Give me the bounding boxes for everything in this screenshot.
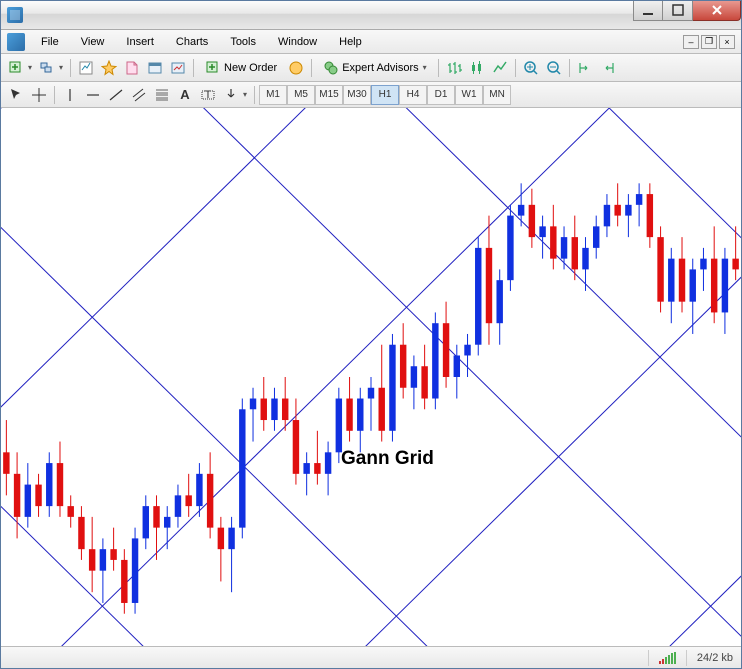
new-order-label: New Order [224,62,277,74]
crosshair-button[interactable] [28,84,50,106]
text-label-button[interactable]: T [197,84,219,106]
menubar: File View Insert Charts Tools Window Hel… [1,30,741,54]
maximize-button[interactable] [663,1,693,21]
connection-icon [659,652,676,664]
close-button[interactable] [693,1,741,21]
terminal-button[interactable] [144,57,166,79]
strategy-tester-button[interactable] [167,57,189,79]
zoom-out-button[interactable] [543,57,565,79]
titlebar[interactable] [1,1,741,30]
menu-help[interactable]: Help [329,33,372,51]
navigator-button[interactable] [98,57,120,79]
chart-shift-button[interactable] [597,57,619,79]
fibonacci-button[interactable] [151,84,173,106]
gann-grid-label: Gann Grid [341,448,434,470]
app-small-icon [7,33,25,51]
arrows-button[interactable] [220,84,250,106]
timeframe-h4[interactable]: H4 [399,85,427,105]
timeframe-m5[interactable]: M5 [287,85,315,105]
app-window: File View Insert Charts Tools Window Hel… [0,0,742,669]
svg-text:T: T [205,89,212,101]
trendline-button[interactable] [105,84,127,106]
app-icon [7,7,23,23]
timeframe-m30[interactable]: M30 [343,85,371,105]
bar-chart-button[interactable] [443,57,465,79]
channel-button[interactable] [128,84,150,106]
timeframe-m15[interactable]: M15 [315,85,343,105]
metaquotes-button[interactable] [285,57,307,79]
horizontal-line-button[interactable] [82,84,104,106]
profiles-button[interactable] [36,57,66,79]
text-button[interactable]: A [174,84,196,106]
statusbar: 24/2 kb [1,646,741,668]
menu-insert[interactable]: Insert [116,33,164,51]
toolbar-main: New Order Expert Advisors [1,54,741,82]
menu-tools[interactable]: Tools [220,33,266,51]
timeframe-m1[interactable]: M1 [259,85,287,105]
status-kb: 24/2 kb [697,652,733,664]
timeframe-w1[interactable]: W1 [455,85,483,105]
timeframe-d1[interactable]: D1 [427,85,455,105]
chart-area[interactable]: Gann Grid [1,108,741,646]
timeframe-mn[interactable]: MN [483,85,511,105]
expert-advisors-label: Expert Advisors [342,62,418,74]
menu-view[interactable]: View [71,33,115,51]
cursor-button[interactable] [5,84,27,106]
line-chart-button[interactable] [489,57,511,79]
menu-file[interactable]: File [31,33,69,51]
chart-canvas [1,108,741,646]
auto-scroll-button[interactable] [574,57,596,79]
timeframe-h1[interactable]: H1 [371,85,399,105]
menu-charts[interactable]: Charts [166,33,218,51]
minimize-button[interactable] [633,1,663,21]
zoom-in-button[interactable] [520,57,542,79]
menu-window[interactable]: Window [268,33,327,51]
toolbar-objects: A T M1M5M15M30H1H4D1W1MN [1,82,741,108]
mdi-close-button[interactable]: × [719,35,735,49]
new-order-button[interactable]: New Order [198,57,284,79]
candle-chart-button[interactable] [466,57,488,79]
market-watch-button[interactable] [75,57,97,79]
expert-advisors-button[interactable]: Expert Advisors [316,57,433,79]
mdi-restore-button[interactable]: ❐ [701,35,717,49]
data-window-button[interactable] [121,57,143,79]
vertical-line-button[interactable] [59,84,81,106]
new-chart-button[interactable] [5,57,35,79]
mdi-minimize-button[interactable]: – [683,35,699,49]
